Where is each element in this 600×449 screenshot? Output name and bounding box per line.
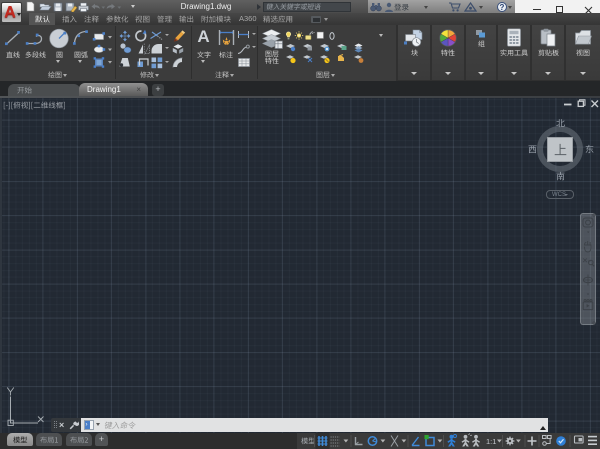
svg-text:1:1: 1:1 bbox=[486, 437, 496, 446]
